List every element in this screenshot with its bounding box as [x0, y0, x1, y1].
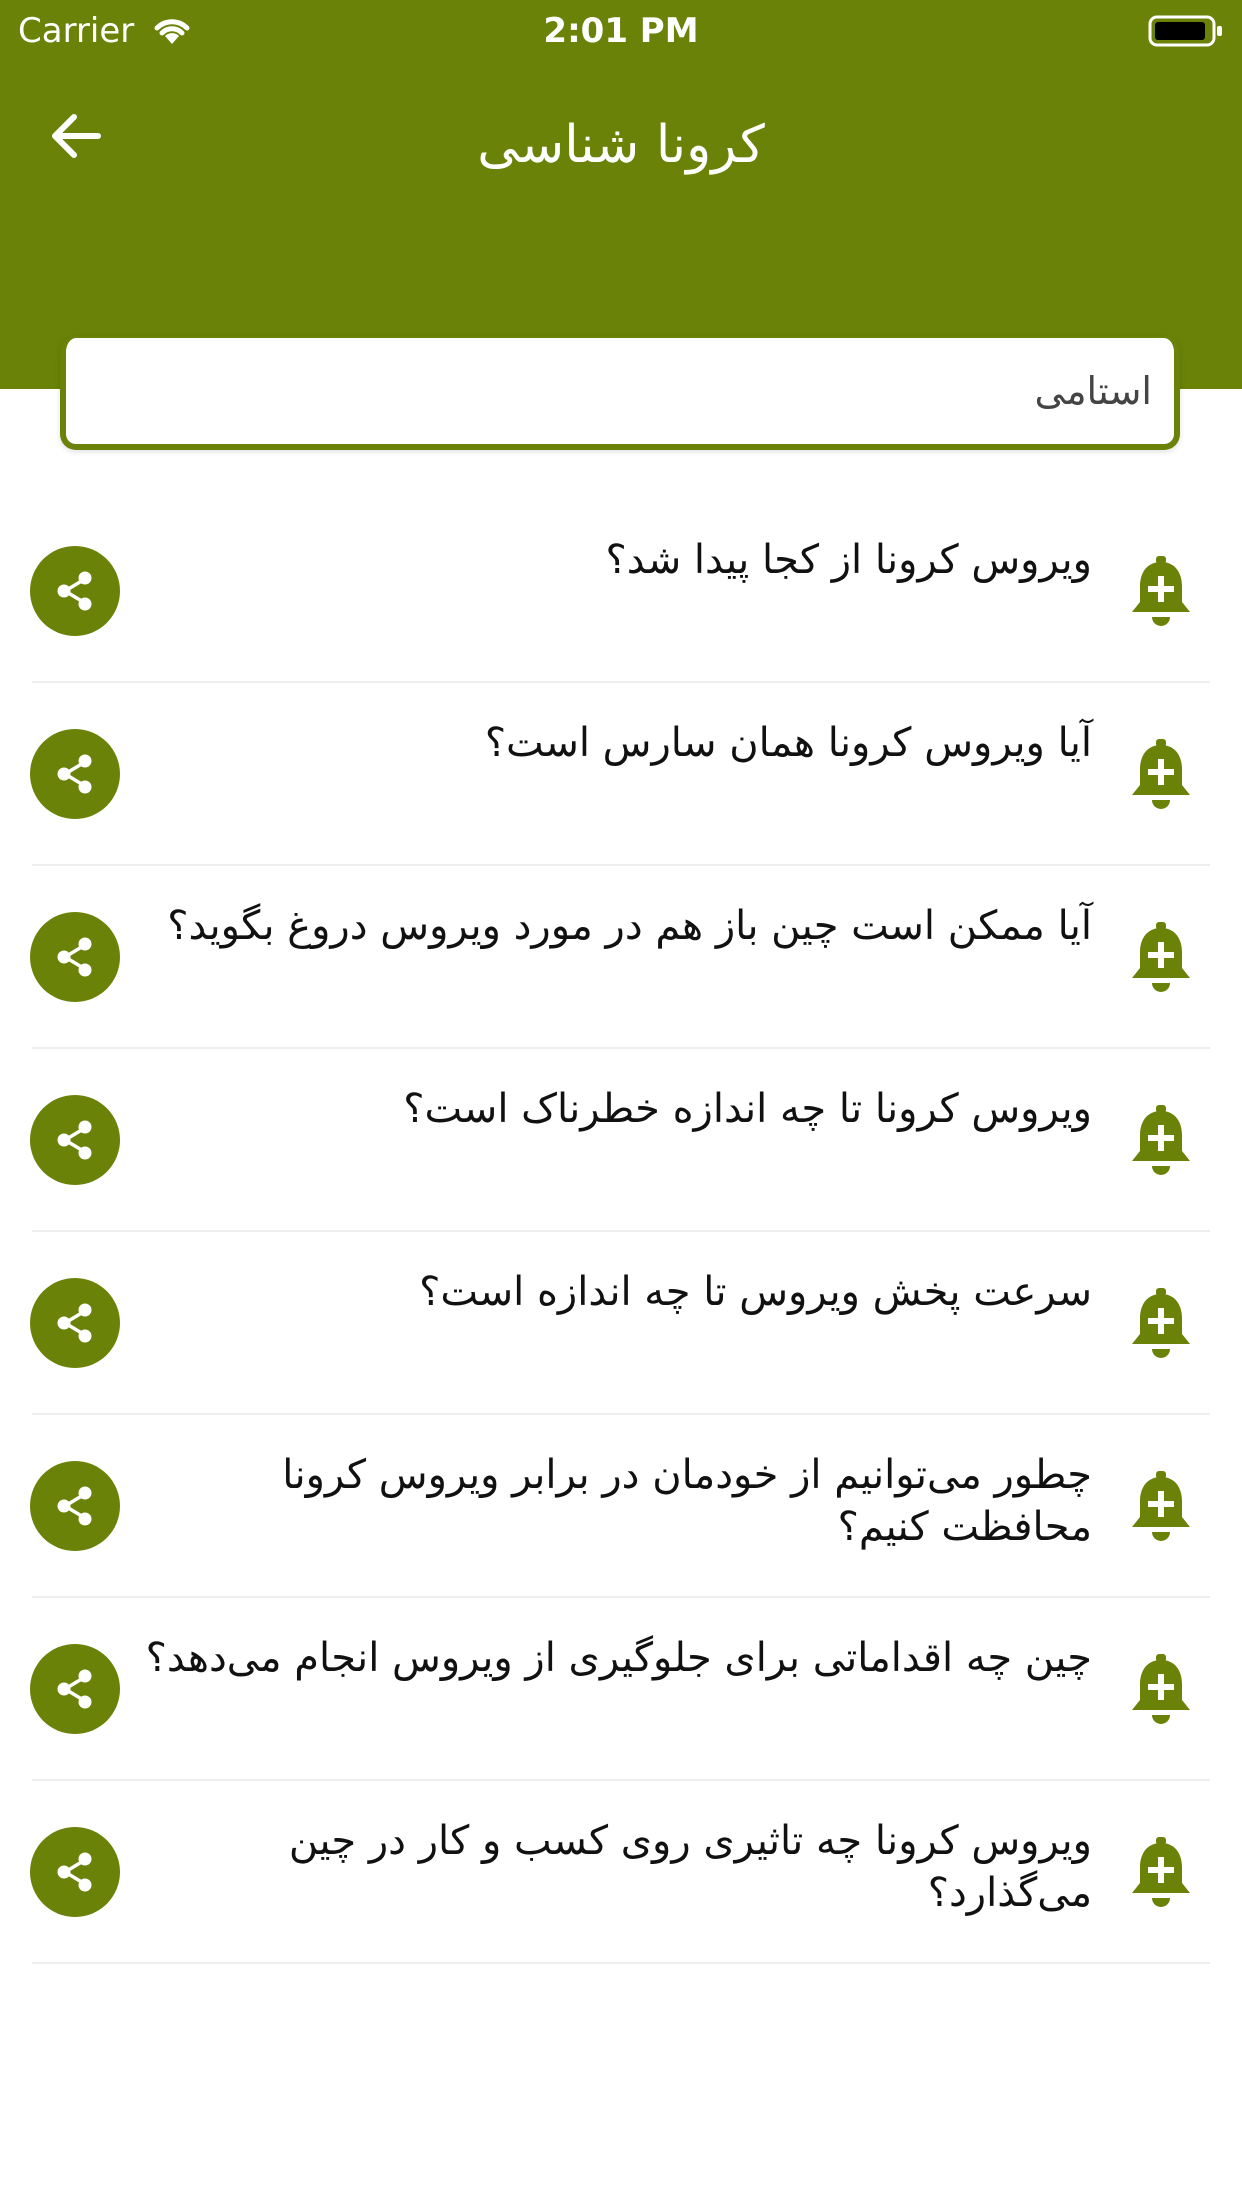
question-text: ویروس کرونا چه تاثیری روی کسب و کار در چ…: [288, 1818, 1092, 1916]
share-icon: [57, 1303, 92, 1343]
question-text: ویروس کرونا از کجا پیدا شد؟: [605, 537, 1092, 583]
question-list: ویروس کرونا از کجا پیدا شد؟ آیا ویروس کر…: [0, 500, 1242, 1964]
list-item[interactable]: سرعت پخش ویروس تا چه اندازه است؟: [0, 1232, 1242, 1415]
list-item[interactable]: آیا ممکن است چین باز هم در مورد ویروس در…: [0, 866, 1242, 1049]
share-button[interactable]: [30, 1644, 120, 1734]
row-divider: [32, 1962, 1210, 1964]
page-title: کرونا شناسی: [477, 115, 765, 175]
bell-plus-icon: [1132, 739, 1190, 809]
bell-button[interactable]: [1126, 1284, 1196, 1364]
bell-button[interactable]: [1126, 1101, 1196, 1181]
share-button[interactable]: [30, 912, 120, 1002]
share-icon: [57, 1852, 92, 1892]
bell-plus-icon: [1132, 556, 1190, 626]
bell-button[interactable]: [1126, 1650, 1196, 1730]
share-button[interactable]: [30, 1095, 120, 1185]
list-item[interactable]: ویروس کرونا از کجا پیدا شد؟: [0, 500, 1242, 683]
battery-icon: [1148, 15, 1222, 47]
share-icon: [57, 1120, 92, 1160]
bell-plus-icon: [1132, 922, 1190, 992]
question-text: آیا ویروس کرونا همان سارس است؟: [484, 720, 1092, 766]
list-item[interactable]: چین چه اقداماتی برای جلوگیری از ویروس ان…: [0, 1598, 1242, 1781]
bell-plus-icon: [1132, 1105, 1190, 1175]
share-button[interactable]: [30, 1461, 120, 1551]
question-text: آیا ممکن است چین باز هم در مورد ویروس در…: [167, 903, 1092, 949]
share-button[interactable]: [30, 1278, 120, 1368]
share-icon: [57, 937, 92, 977]
list-item[interactable]: چطور می‌توانیم از خودمان در برابر ویروس …: [0, 1415, 1242, 1598]
bell-button[interactable]: [1126, 918, 1196, 998]
bell-button[interactable]: [1126, 1833, 1196, 1913]
question-text: سرعت پخش ویروس تا چه اندازه است؟: [419, 1269, 1092, 1315]
bell-plus-icon: [1132, 1288, 1190, 1358]
status-bar: Carrier 2:01 PM: [0, 0, 1242, 62]
share-icon: [57, 754, 92, 794]
share-icon: [57, 1486, 92, 1526]
share-icon: [57, 571, 92, 611]
list-item[interactable]: ویروس کرونا چه تاثیری روی کسب و کار در چ…: [0, 1781, 1242, 1964]
question-text: چطور می‌توانیم از خودمان در برابر ویروس …: [282, 1452, 1092, 1550]
list-item[interactable]: آیا ویروس کرونا همان سارس است؟: [0, 683, 1242, 866]
list-item[interactable]: ویروس کرونا تا چه اندازه خطرناک است؟: [0, 1049, 1242, 1232]
bell-plus-icon: [1132, 1654, 1190, 1724]
bell-button[interactable]: [1126, 735, 1196, 815]
bell-button[interactable]: [1126, 552, 1196, 632]
question-text: ویروس کرونا تا چه اندازه خطرناک است؟: [403, 1086, 1092, 1132]
status-time: 2:01 PM: [543, 11, 699, 51]
search-input[interactable]: [66, 338, 1174, 444]
bell-button[interactable]: [1126, 1467, 1196, 1547]
bell-plus-icon: [1132, 1471, 1190, 1541]
question-text: چین چه اقداماتی برای جلوگیری از ویروس ان…: [145, 1635, 1092, 1681]
bell-plus-icon: [1132, 1837, 1190, 1907]
search-box: [60, 336, 1180, 450]
share-button[interactable]: [30, 546, 120, 636]
share-button[interactable]: [30, 729, 120, 819]
share-button[interactable]: [30, 1827, 120, 1917]
share-icon: [57, 1669, 92, 1709]
